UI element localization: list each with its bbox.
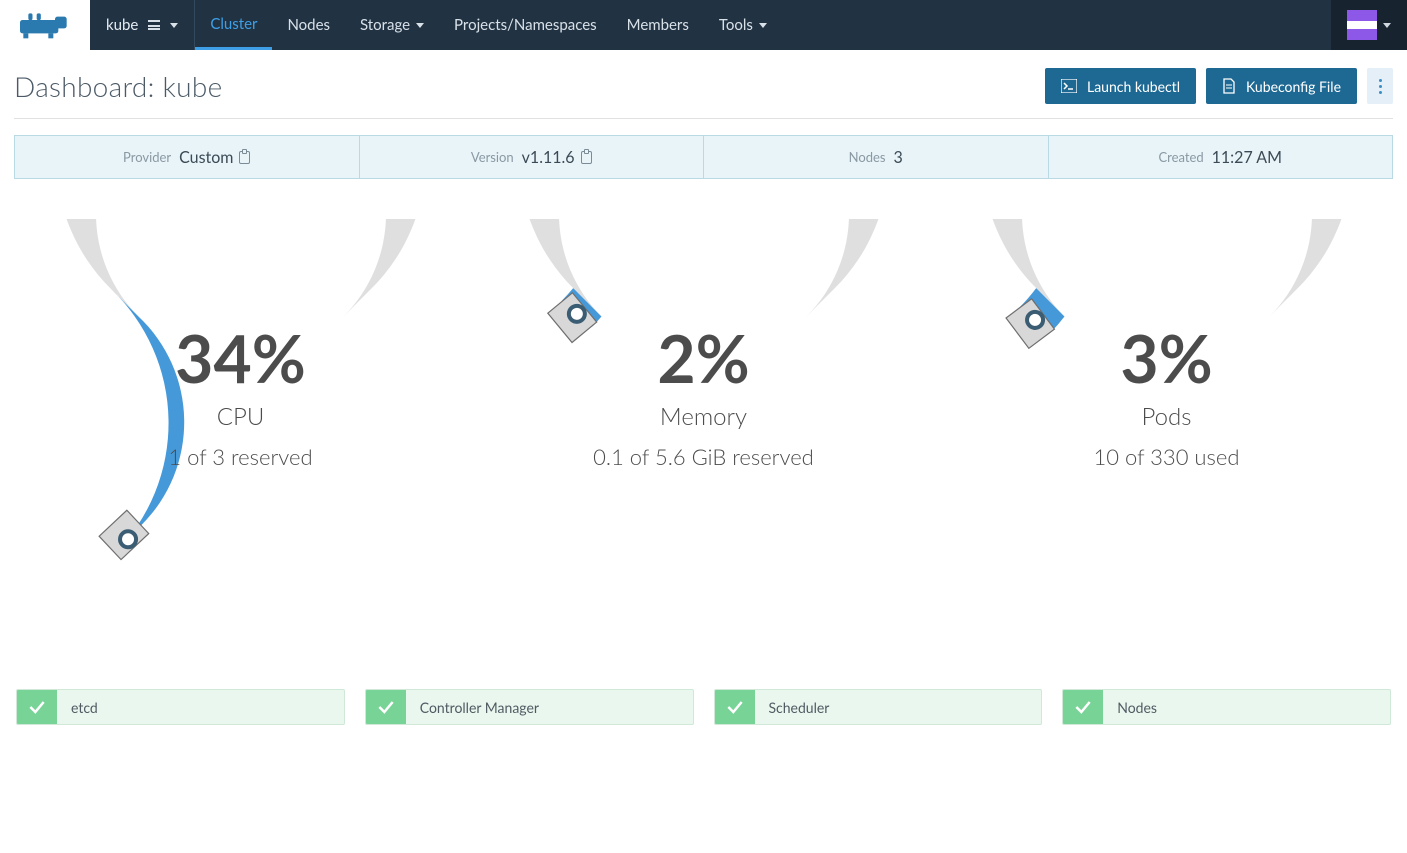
rancher-logo[interactable]: [0, 0, 90, 50]
gauge-percent: 34%: [24, 319, 457, 398]
cluster-info-strip: Provider Custom Version v1.11.6 Nodes 3 …: [14, 135, 1393, 179]
gauge-pods: 3% Pods 10 of 330 used: [950, 219, 1383, 579]
clipboard-icon[interactable]: [581, 151, 592, 164]
nav-tabs: ClusterNodesStorageProjects/NamespacesMe…: [195, 0, 782, 50]
page-title: Dashboard: kube: [14, 69, 1035, 103]
gauge-subtitle: 1 of 3 reserved: [24, 443, 457, 470]
chevron-down-icon: [170, 23, 178, 28]
top-nav: kube ClusterNodesStorageProjects/Namespa…: [0, 0, 1407, 50]
component-status-row: etcd Controller Manager Scheduler Nodes: [14, 689, 1393, 725]
gauge-subtitle: 10 of 330 used: [950, 443, 1383, 470]
clipboard-icon[interactable]: [239, 151, 250, 164]
status-label: Nodes: [1103, 690, 1157, 724]
tab-nodes[interactable]: Nodes: [272, 0, 345, 50]
cow-logo-icon: [18, 10, 72, 40]
gauge-percent: 2%: [487, 319, 920, 398]
more-actions-button[interactable]: [1367, 68, 1393, 104]
gauge-name: CPU: [24, 402, 457, 431]
terminal-icon: [1061, 79, 1077, 93]
status-label: etcd: [57, 690, 98, 724]
gauge-subtitle: 0.1 of 5.6 GiB reserved: [487, 443, 920, 470]
cluster-name: kube: [106, 16, 138, 34]
status-label: Scheduler: [755, 690, 830, 724]
info-created: Created 11:27 AM: [1049, 136, 1393, 178]
status-nodes[interactable]: Nodes: [1062, 689, 1391, 725]
gauge-name: Memory: [487, 402, 920, 431]
gauge-percent: 3%: [950, 319, 1383, 398]
launch-kubectl-button[interactable]: Launch kubectl: [1045, 68, 1196, 104]
check-icon: [17, 690, 57, 724]
info-version: Version v1.11.6: [360, 136, 705, 178]
status-controller-manager[interactable]: Controller Manager: [365, 689, 694, 725]
chevron-down-icon: [416, 23, 424, 28]
list-icon: [148, 20, 160, 30]
avatar: [1347, 10, 1377, 40]
gauge-cpu: 34% CPU 1 of 3 reserved: [24, 219, 457, 579]
gauge-name: Pods: [950, 402, 1383, 431]
tab-members[interactable]: Members: [612, 0, 704, 50]
user-menu[interactable]: [1331, 0, 1407, 50]
gauge-row: 34% CPU 1 of 3 reserved 2% Memory 0.1 of…: [14, 219, 1393, 579]
tab-projects-namespaces[interactable]: Projects/Namespaces: [439, 0, 612, 50]
status-etcd[interactable]: etcd: [16, 689, 345, 725]
info-nodes: Nodes 3: [704, 136, 1049, 178]
kubeconfig-file-button[interactable]: Kubeconfig File: [1206, 68, 1357, 104]
cluster-selector[interactable]: kube: [90, 0, 195, 50]
page-header: Dashboard: kube Launch kubectl Kubeconfi…: [14, 68, 1393, 119]
check-icon: [715, 690, 755, 724]
status-scheduler[interactable]: Scheduler: [714, 689, 1043, 725]
tab-tools[interactable]: Tools: [704, 0, 782, 50]
tab-cluster[interactable]: Cluster: [195, 0, 272, 50]
gauge-memory: 2% Memory 0.1 of 5.6 GiB reserved: [487, 219, 920, 579]
status-label: Controller Manager: [406, 690, 539, 724]
file-icon: [1222, 78, 1236, 94]
tab-storage[interactable]: Storage: [345, 0, 439, 50]
info-provider: Provider Custom: [15, 136, 360, 178]
chevron-down-icon: [759, 23, 767, 28]
kebab-icon: [1379, 79, 1382, 94]
check-icon: [366, 690, 406, 724]
check-icon: [1063, 690, 1103, 724]
chevron-down-icon: [1383, 23, 1391, 28]
